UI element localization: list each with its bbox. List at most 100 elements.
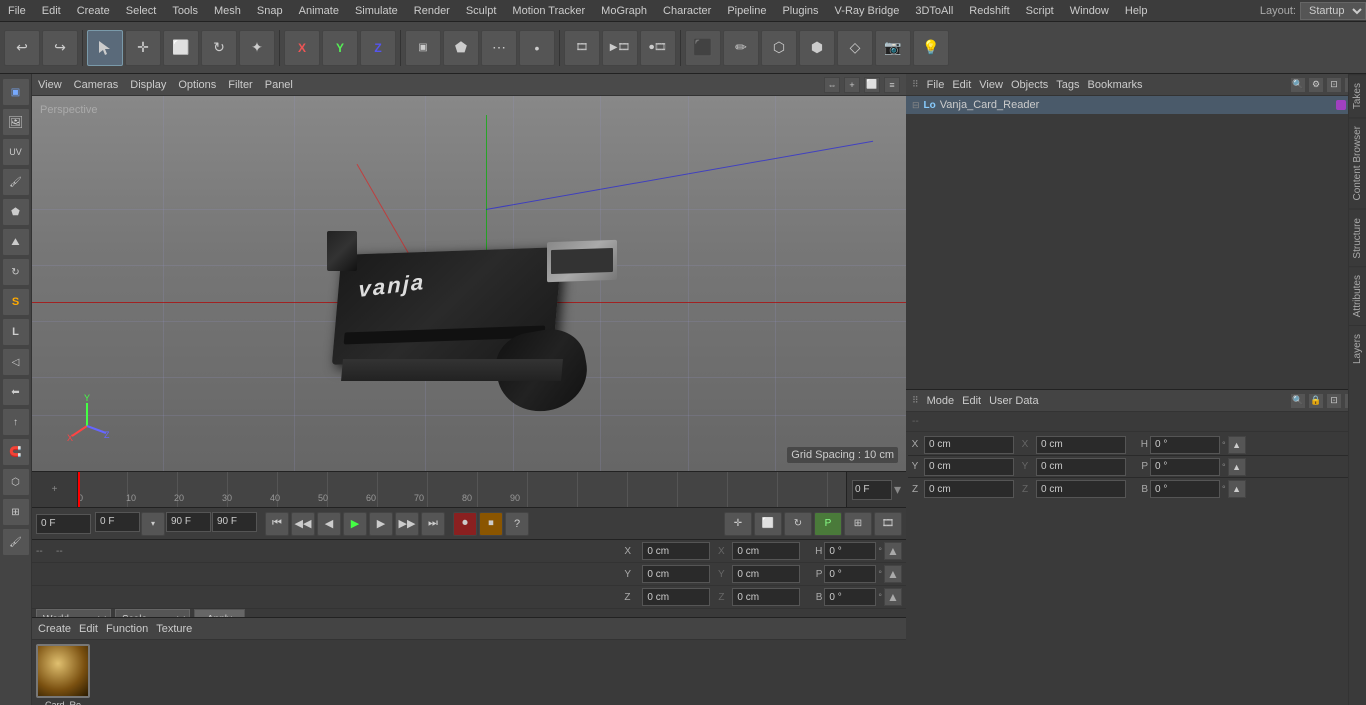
filter-menu[interactable]: Filter	[228, 79, 252, 91]
frame-step-btn[interactable]: ▾	[141, 512, 165, 536]
attr-y2-field[interactable]	[1036, 458, 1126, 476]
attr-p-stepper[interactable]: ▲	[1228, 458, 1246, 476]
frame-stepper[interactable]: ▾	[894, 481, 901, 498]
bp-uv-btn[interactable]: UV	[2, 138, 30, 166]
timeline-playhead[interactable]	[78, 472, 80, 507]
p-stepper-up[interactable]: ▲	[884, 565, 902, 583]
frame-indicator-field[interactable]	[852, 480, 892, 500]
help-btn[interactable]: ?	[505, 512, 529, 536]
menu-edit[interactable]: Edit	[34, 3, 69, 19]
function-menu[interactable]: Function	[106, 623, 148, 635]
frame-total-field[interactable]	[212, 512, 257, 532]
settings-icon[interactable]: ⊡	[1326, 77, 1342, 93]
vertex-btn[interactable]: ⬟	[2, 198, 30, 226]
move-mode-btn[interactable]: ✛	[724, 512, 752, 536]
attr-h-field[interactable]	[1150, 436, 1220, 454]
y2-coord-field-1[interactable]	[732, 565, 800, 583]
attr-h-stepper[interactable]: ▲	[1228, 436, 1246, 454]
attr-p-field[interactable]	[1150, 458, 1220, 476]
b-stepper-up[interactable]: ▲	[884, 588, 902, 606]
viewport-ctrl-3[interactable]: ⬜	[864, 77, 880, 93]
frame-end-field[interactable]	[166, 512, 211, 532]
icon-left1-btn[interactable]: ◁	[2, 348, 30, 376]
view-menu-obj[interactable]: View	[979, 79, 1003, 91]
rotate-mode-btn2[interactable]: ↻	[784, 512, 812, 536]
tags-menu[interactable]: Tags	[1056, 79, 1079, 91]
point-mode-btn[interactable]: •	[519, 30, 555, 66]
icon-S-btn[interactable]: S	[2, 288, 30, 316]
icon-subd-btn[interactable]: ⬡	[2, 468, 30, 496]
y-coord-field-1[interactable]	[642, 565, 710, 583]
timeline[interactable]: + 0 10 20 30 40 50 60 70 80 90 ▾	[32, 471, 906, 507]
attr-lock-icon[interactable]: 🔒	[1308, 393, 1324, 409]
viewport-canvas[interactable]: vanja Perspective Grid Spacing : 10 cm	[32, 96, 906, 471]
next-step-btn[interactable]: ▶	[369, 512, 393, 536]
menu-redshift[interactable]: Redshift	[961, 3, 1017, 19]
model-mode-btn[interactable]: ▣	[2, 78, 30, 106]
y-axis-btn[interactable]: Y	[322, 30, 358, 66]
icon-L-btn[interactable]: L	[2, 318, 30, 346]
icon-grid-btn[interactable]: ⊞	[2, 498, 30, 526]
edit-menu-attr[interactable]: Edit	[962, 395, 981, 407]
obj-mode-btn[interactable]: ▣	[405, 30, 441, 66]
tab-structure[interactable]: Structure	[1349, 209, 1366, 267]
tab-takes[interactable]: Takes	[1349, 74, 1366, 117]
menu-animate[interactable]: Animate	[291, 3, 347, 19]
attr-z1-field[interactable]	[924, 480, 1014, 498]
attr-z2-field[interactable]	[1036, 480, 1126, 498]
menu-help[interactable]: Help	[1117, 3, 1156, 19]
h-stepper-up[interactable]: ▲	[884, 542, 902, 560]
frame-current-field[interactable]	[95, 512, 140, 532]
menu-select[interactable]: Select	[118, 3, 165, 19]
create-menu[interactable]: Create	[38, 623, 71, 635]
b-field[interactable]	[824, 588, 876, 606]
p-field[interactable]	[824, 565, 876, 583]
menu-3dtoall[interactable]: 3DToAll	[907, 3, 961, 19]
x-axis-btn[interactable]: X	[284, 30, 320, 66]
scale-tool-btn[interactable]: ⬜	[163, 30, 199, 66]
material-thumb[interactable]	[36, 644, 90, 698]
x-coord-field-1[interactable]	[642, 542, 710, 560]
display-menu[interactable]: Display	[130, 79, 166, 91]
move-tool-btn[interactable]: ✛	[125, 30, 161, 66]
go-end-btn[interactable]: ⏭	[421, 512, 445, 536]
menu-motion-tracker[interactable]: Motion Tracker	[504, 3, 593, 19]
icon-paint2-btn[interactable]: 🖌	[2, 528, 30, 556]
frame-start-field[interactable]	[36, 514, 91, 534]
search-icon[interactable]: 🔍	[1290, 77, 1306, 93]
sculpt-btn[interactable]: ⛰	[2, 228, 30, 256]
objects-menu[interactable]: Objects	[1011, 79, 1048, 91]
attr-x2-field[interactable]	[1036, 436, 1126, 454]
tab-content-browser[interactable]: Content Browser	[1349, 117, 1366, 208]
material-item[interactable]: Card_Re	[36, 644, 90, 705]
menu-simulate[interactable]: Simulate	[347, 3, 406, 19]
deformer-btn[interactable]: ⬢	[799, 30, 835, 66]
menu-pipeline[interactable]: Pipeline	[719, 3, 774, 19]
redo-btn[interactable]: ↪	[42, 30, 78, 66]
undo-btn[interactable]: ↩	[4, 30, 40, 66]
menu-snap[interactable]: Snap	[249, 3, 291, 19]
light-btn[interactable]: 💡	[913, 30, 949, 66]
file-menu-obj[interactable]: File	[927, 79, 945, 91]
scale-mode-btn2[interactable]: ⬜	[754, 512, 782, 536]
timeline-ruler[interactable]: 0 10 20 30 40 50 60 70 80 90	[78, 472, 846, 507]
viewport-ctrl-1[interactable]: ⇔	[824, 77, 840, 93]
camera-btn[interactable]: 📷	[875, 30, 911, 66]
menu-mograph[interactable]: MoGraph	[593, 3, 655, 19]
menu-tools[interactable]: Tools	[164, 3, 206, 19]
scene-btn[interactable]: ◇	[837, 30, 873, 66]
nurbs-btn[interactable]: ⬡	[761, 30, 797, 66]
grid-mode-btn[interactable]: ⊞	[844, 512, 872, 536]
menu-character[interactable]: Character	[655, 3, 719, 19]
z-coord-field-1[interactable]	[642, 588, 710, 606]
record-btn[interactable]: ⏺🎞	[640, 30, 676, 66]
next-frame-btn[interactable]: ▶▶	[395, 512, 419, 536]
edit-menu-mat[interactable]: Edit	[79, 623, 98, 635]
menu-mesh[interactable]: Mesh	[206, 3, 249, 19]
rotate-tool-left-btn[interactable]: ↻	[2, 258, 30, 286]
menu-window[interactable]: Window	[1062, 3, 1117, 19]
rotate-tool-btn[interactable]: ↻	[201, 30, 237, 66]
menu-render[interactable]: Render	[406, 3, 458, 19]
transform-tool-btn[interactable]: ✦	[239, 30, 275, 66]
bookmarks-menu[interactable]: Bookmarks	[1088, 79, 1143, 91]
